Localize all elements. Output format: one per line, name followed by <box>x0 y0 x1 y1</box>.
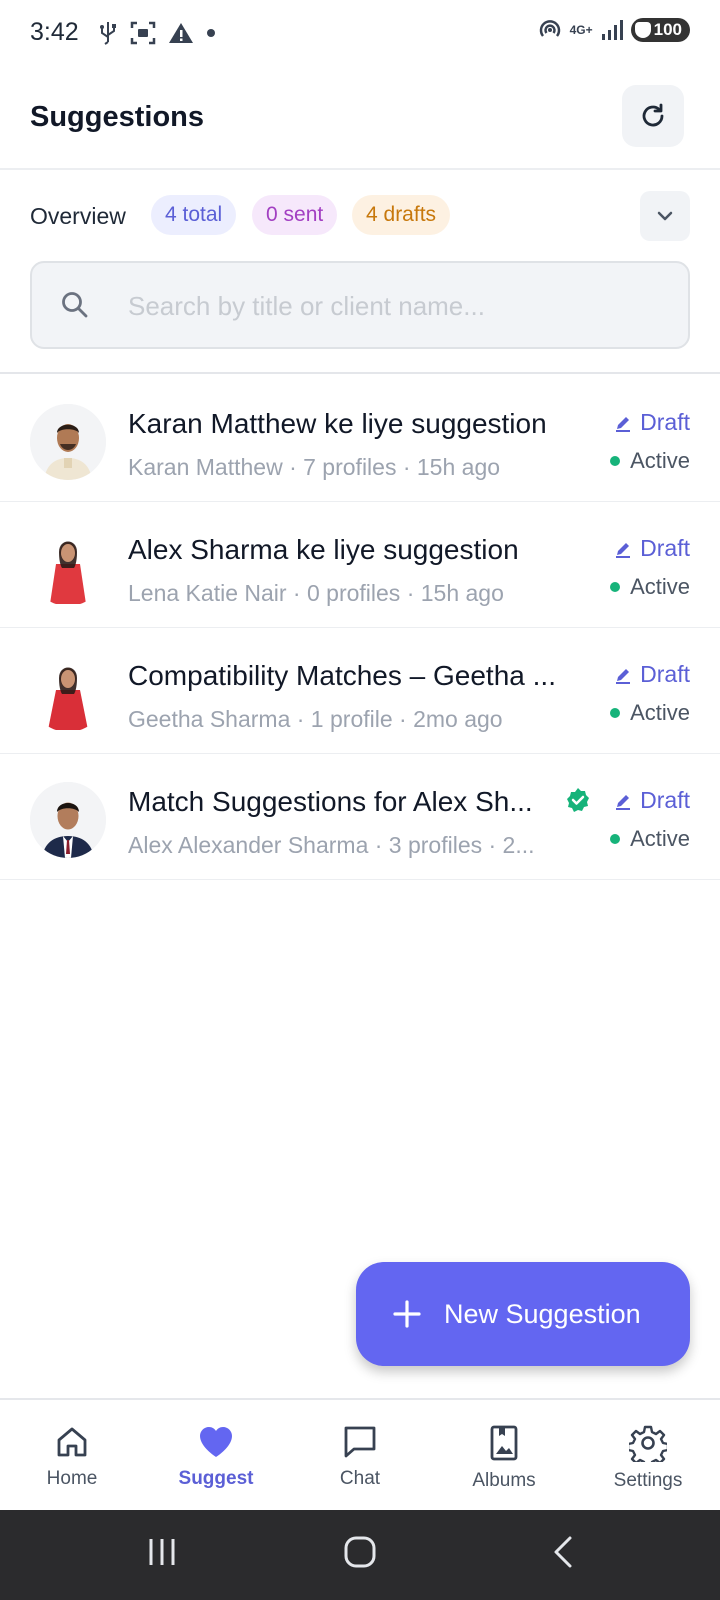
avatar <box>30 656 106 732</box>
status-right: 4G+ 100 <box>538 18 690 42</box>
home-button-icon[interactable] <box>343 1534 377 1570</box>
plus-icon <box>393 1300 421 1328</box>
sent-badge: 0 sent <box>252 195 338 235</box>
nav-label: Chat <box>339 1468 381 1489</box>
suggestion-title: Match Suggestions for Alex Sh... <box>128 786 533 817</box>
chat-icon <box>344 1426 376 1458</box>
hotspot-icon <box>539 20 560 37</box>
nav-item-chat[interactable]: Chat <box>300 1424 420 1490</box>
nav-label: Albums <box>472 1470 536 1491</box>
active-dot <box>610 708 621 718</box>
recent-apps-icon[interactable] <box>146 1534 178 1570</box>
usb-icon <box>100 22 116 45</box>
gear-icon <box>629 1425 667 1462</box>
refresh-button[interactable] <box>622 85 684 147</box>
active-label: Active <box>630 574 690 599</box>
search-box <box>30 261 690 349</box>
active-status: Active <box>610 448 690 474</box>
nav-item-suggest[interactable]: Suggest <box>156 1424 276 1490</box>
draft-status: Draft <box>614 787 690 814</box>
nav-label: Suggest <box>178 1468 254 1489</box>
nav-label: Home <box>46 1468 98 1489</box>
overview-collapse-button[interactable] <box>640 191 690 241</box>
heart-icon <box>200 1427 232 1457</box>
active-label: Active <box>630 700 690 725</box>
album-icon <box>490 1425 518 1461</box>
active-status: Active <box>610 700 690 726</box>
avatar <box>30 782 106 858</box>
drafts-badge: 4 drafts <box>352 195 451 235</box>
new-suggestion-label: New Suggestion <box>444 1298 641 1329</box>
bottom-navigation: Home Suggest Chat Albums Settings <box>0 1398 720 1510</box>
draft-label: Draft <box>640 409 690 435</box>
suggestion-item[interactable]: Karan Matthew ke liye suggestion Karan M… <box>0 376 720 502</box>
suggestion-subtitle: Karan Matthew · 7 profiles · 15h ago <box>128 454 501 480</box>
draft-label: Draft <box>640 661 690 687</box>
active-dot <box>610 456 621 466</box>
nav-label: Settings <box>613 1470 683 1491</box>
nav-item-albums[interactable]: Albums <box>444 1424 564 1492</box>
suggestion-subtitle: Geetha Sharma · 1 profile · 2mo ago <box>128 706 503 732</box>
page-title: Suggestions <box>30 101 205 133</box>
search-icon <box>62 292 88 318</box>
overview-section: Overview 4 total 0 sent 4 drafts <box>0 172 720 374</box>
suggestion-title: Compatibility Matches – Geetha ... <box>128 660 556 691</box>
draft-label: Draft <box>640 535 690 561</box>
suggestion-item[interactable]: Alex Sharma ke liye suggestion Lena Kati… <box>0 502 720 628</box>
active-dot <box>610 834 621 844</box>
draft-status: Draft <box>614 661 690 688</box>
suggestion-title: Alex Sharma ke liye suggestion <box>128 534 519 565</box>
new-suggestion-button[interactable]: New Suggestion <box>356 1262 690 1366</box>
suggestion-list: Karan Matthew ke liye suggestion Karan M… <box>0 376 720 880</box>
nav-item-home[interactable]: Home <box>12 1424 132 1490</box>
status-bar: 3:42 4G+ 100 <box>0 0 720 68</box>
chevron-down-icon <box>657 211 673 221</box>
active-label: Active <box>630 448 690 473</box>
active-label: Active <box>630 826 690 851</box>
refresh-icon <box>642 103 664 127</box>
total-badge: 4 total <box>151 195 237 235</box>
back-icon[interactable] <box>550 1534 578 1570</box>
system-navigation-bar <box>0 1510 720 1600</box>
suggestion-item[interactable]: Compatibility Matches – Geetha ... Geeth… <box>0 628 720 754</box>
draft-status: Draft <box>614 409 690 436</box>
draft-status: Draft <box>614 535 690 562</box>
battery-level: 100 <box>653 20 682 39</box>
warning-icon <box>169 23 193 43</box>
active-status: Active <box>610 574 690 600</box>
draft-label: Draft <box>640 787 690 813</box>
avatar <box>30 530 106 606</box>
suggestion-subtitle: Alex Alexander Sharma · 3 profiles · 2..… <box>128 832 535 858</box>
edit-icon <box>616 668 631 684</box>
nav-item-settings[interactable]: Settings <box>588 1424 708 1492</box>
active-status: Active <box>610 826 690 852</box>
overview-label: Overview <box>30 203 126 229</box>
suggestion-title: Karan Matthew ke liye suggestion <box>128 408 547 439</box>
screenshot-icon <box>130 21 156 45</box>
battery-indicator: 100 <box>630 18 690 42</box>
battery-saver-icon <box>634 22 651 38</box>
active-dot <box>610 582 621 592</box>
status-notification-icons <box>98 20 216 46</box>
app-header: Suggestions <box>0 68 720 170</box>
edit-icon <box>616 794 631 810</box>
avatar <box>30 404 106 480</box>
search-input[interactable] <box>128 285 668 327</box>
signal-icon <box>601 20 623 40</box>
edit-icon <box>616 542 631 558</box>
dot-icon <box>207 29 215 37</box>
status-time: 3:42 <box>30 18 79 46</box>
suggestion-item[interactable]: Match Suggestions for Alex Sh... Alex Al… <box>0 754 720 880</box>
home-icon <box>57 1427 87 1457</box>
network-type: 4G+ <box>569 23 593 37</box>
suggestion-subtitle: Lena Katie Nair · 0 profiles · 15h ago <box>128 580 504 606</box>
verified-badge-icon <box>567 788 589 812</box>
edit-icon <box>616 416 631 432</box>
